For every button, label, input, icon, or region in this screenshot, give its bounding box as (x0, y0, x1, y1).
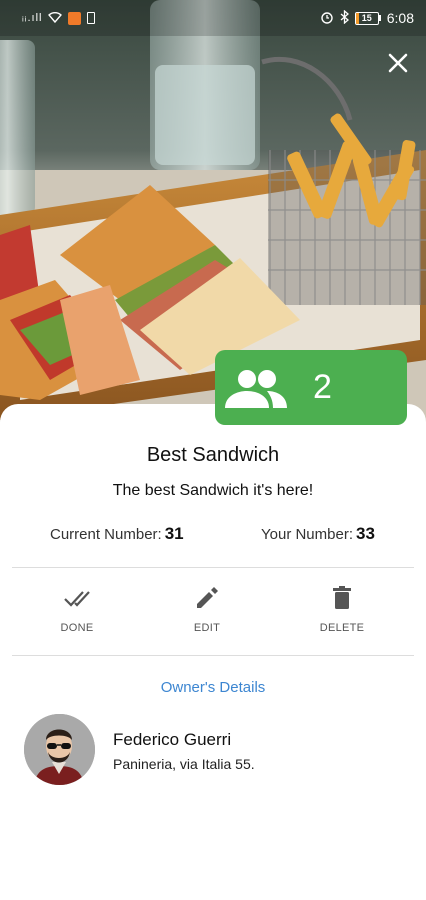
your-number: Your Number: 33 (261, 524, 375, 544)
clock-time: 6:08 (386, 10, 414, 26)
delete-label: DELETE (319, 622, 365, 634)
battery-saver-icon (87, 12, 96, 24)
pencil-icon (197, 587, 218, 608)
app-notification-icon (68, 11, 82, 25)
battery-level: 15 (361, 13, 372, 23)
divider (12, 567, 414, 568)
owner-card: Federico Guerri Panineria, via Italia 55… (24, 714, 404, 786)
queue-count: 2 (313, 368, 332, 406)
delete-button[interactable]: DELETE (297, 584, 387, 634)
your-number-label: Your Number: (261, 526, 353, 543)
edit-label: EDIT (193, 622, 221, 634)
current-number-value: 31 (164, 524, 184, 543)
owner-name: Federico Guerri (113, 730, 232, 749)
owner-address: Panineria, via Italia 55. (113, 756, 255, 772)
action-bar: DONE EDIT DELETE (0, 584, 426, 644)
shop-title: Best Sandwich (146, 444, 280, 466)
signal-icon: ᵢᵢ.ıll (22, 12, 43, 24)
divider (12, 655, 414, 656)
details-sheet: Best Sandwich The best Sandwich it's her… (0, 404, 426, 900)
avatar (24, 714, 95, 785)
done-all-icon (64, 591, 90, 607)
status-bar-right: 15 6:08 (320, 9, 414, 27)
wifi-icon (48, 11, 63, 26)
current-number-label: Current Number: (50, 526, 162, 543)
battery-icon: 15 (354, 11, 381, 25)
shop-description: The best Sandwich it's here! (112, 482, 314, 499)
alarm-icon (320, 10, 334, 27)
done-button[interactable]: DONE (32, 584, 122, 634)
status-bar-left: ᵢᵢ.ıll (22, 11, 96, 26)
owner-details-link[interactable]: Owner's Details (0, 679, 426, 696)
your-number-value: 33 (356, 524, 375, 543)
people-icon (225, 369, 287, 408)
edit-button[interactable]: EDIT (162, 584, 252, 634)
trash-icon (333, 586, 351, 609)
bluetooth-icon (340, 9, 349, 27)
status-bar: ᵢᵢ.ıll 15 6:08 (0, 0, 426, 36)
current-number: Current Number: 31 (50, 524, 184, 544)
done-label: DONE (60, 622, 94, 634)
close-icon[interactable] (386, 52, 410, 76)
queue-count-badge[interactable]: 2 (215, 350, 407, 425)
